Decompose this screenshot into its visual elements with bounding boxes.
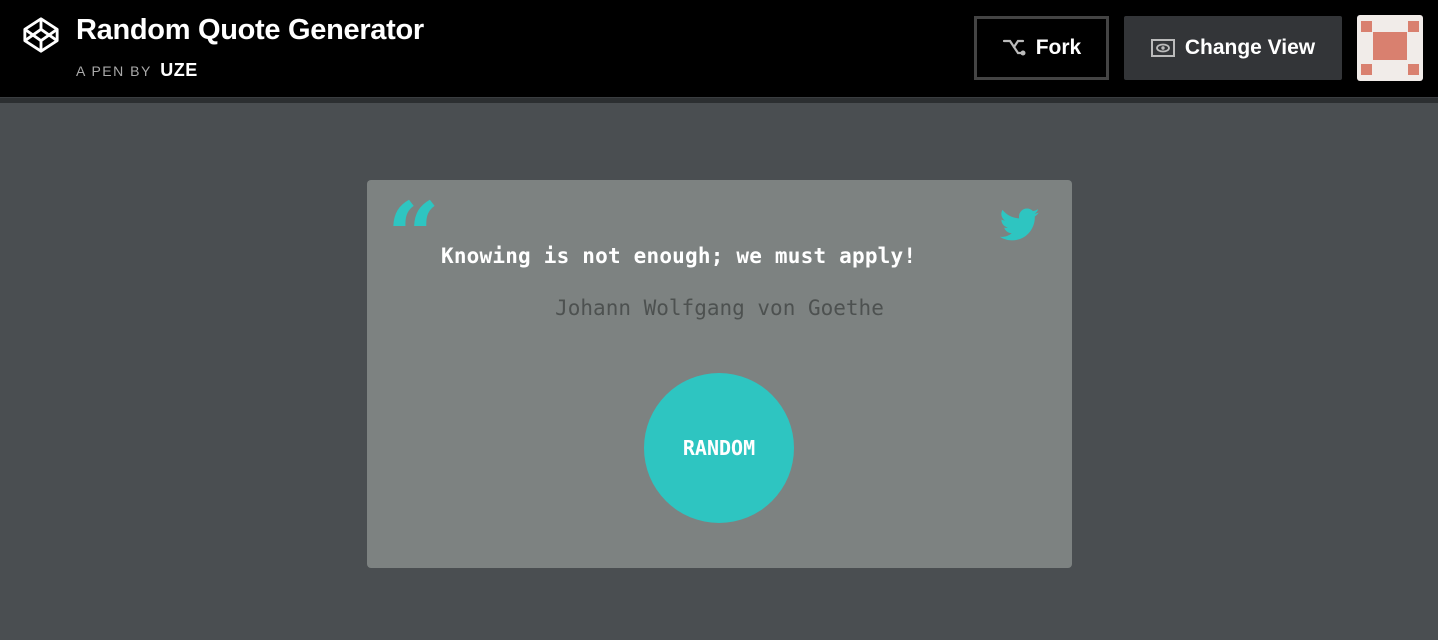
random-button[interactable]: RANDOM xyxy=(644,373,794,523)
quote-author: Johann Wolfgang von Goethe xyxy=(367,296,1072,320)
avatar-pixel xyxy=(1361,21,1372,32)
fork-button[interactable]: Fork xyxy=(974,16,1109,80)
author-link[interactable]: UZE xyxy=(160,60,198,80)
avatar[interactable] xyxy=(1357,15,1423,81)
byline-prefix: A PEN BY xyxy=(76,63,152,79)
top-bar: Random Quote Generator A PEN BY UZE Fork… xyxy=(0,0,1438,97)
fork-icon xyxy=(1002,39,1026,56)
change-view-label: Change View xyxy=(1184,36,1316,59)
codepen-logo-icon[interactable] xyxy=(22,16,60,54)
eye-icon xyxy=(1150,39,1175,57)
header-divider xyxy=(0,97,1438,103)
byline: A PEN BY UZE xyxy=(76,60,198,81)
avatar-pixel xyxy=(1361,64,1372,75)
fork-label: Fork xyxy=(1035,36,1082,59)
pen-title: Random Quote Generator xyxy=(76,14,424,46)
change-view-button[interactable]: Change View xyxy=(1124,16,1342,80)
avatar-pixel xyxy=(1373,32,1407,60)
quote-text: Knowing is not enough; we must apply! xyxy=(441,244,917,268)
avatar-pixel xyxy=(1408,64,1419,75)
quote-card: “ Knowing is not enough; we must apply! … xyxy=(367,180,1072,568)
twitter-icon[interactable] xyxy=(1000,208,1040,242)
quote-author-name: Johann Wolfgang von Goethe xyxy=(555,296,884,320)
avatar-pixel xyxy=(1408,21,1419,32)
quote-mark-icon: “ xyxy=(387,182,440,290)
